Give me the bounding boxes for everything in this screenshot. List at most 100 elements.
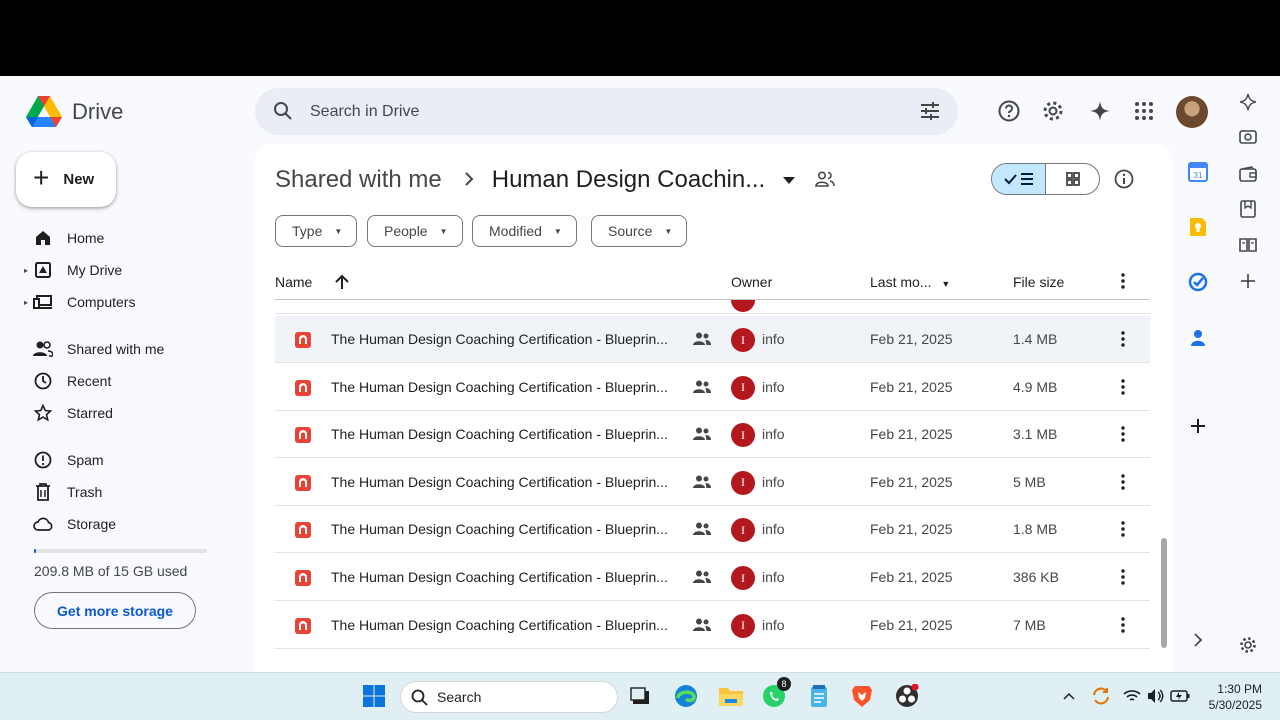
filter-modified-chip[interactable]: Modified ▼ bbox=[472, 215, 577, 247]
pdf-file-icon bbox=[294, 569, 312, 587]
bookmark-icon[interactable] bbox=[1236, 197, 1260, 221]
apps-grid-icon[interactable] bbox=[1131, 98, 1157, 124]
table-row-partial[interactable] bbox=[275, 300, 1150, 314]
filter-source-chip[interactable]: Source ▼ bbox=[591, 215, 688, 247]
contacts-icon[interactable] bbox=[1186, 326, 1210, 350]
table-row[interactable]: The Human Design Coaching Certification … bbox=[275, 506, 1150, 554]
gemini-sparkle-icon[interactable] bbox=[1087, 98, 1113, 124]
notepad-icon[interactable] bbox=[806, 683, 832, 709]
column-header-last-modified[interactable]: Last mo... ▼ bbox=[870, 274, 950, 290]
breadcrumb-parent[interactable]: Shared with me bbox=[275, 166, 442, 194]
more-vert-icon[interactable] bbox=[1115, 425, 1131, 446]
expand-caret-icon[interactable]: ▸ bbox=[24, 266, 28, 275]
add-icon[interactable] bbox=[1236, 269, 1260, 293]
info-icon[interactable] bbox=[1114, 169, 1134, 194]
volume-icon[interactable] bbox=[1143, 683, 1169, 709]
taskbar-clock[interactable]: 1:30 PM 5/30/2025 bbox=[1200, 681, 1262, 713]
calendar-icon[interactable]: 31 bbox=[1186, 160, 1210, 184]
more-vert-icon[interactable] bbox=[1115, 473, 1131, 494]
grid-view-button[interactable] bbox=[1046, 164, 1099, 194]
svg-text:31: 31 bbox=[1194, 171, 1203, 180]
more-vert-icon[interactable] bbox=[1115, 616, 1131, 637]
account-avatar[interactable] bbox=[1176, 96, 1208, 128]
reading-list-icon[interactable] bbox=[1236, 233, 1260, 257]
file-name[interactable]: The Human Design Coaching Certification … bbox=[331, 617, 668, 633]
brave-browser-icon[interactable] bbox=[849, 683, 875, 709]
file-name[interactable]: The Human Design Coaching Certification … bbox=[331, 379, 668, 395]
keep-icon[interactable] bbox=[1186, 215, 1210, 239]
sidebar-item-shared-with-me[interactable]: Shared with me bbox=[26, 335, 164, 363]
chevron-right-icon bbox=[464, 170, 474, 191]
file-name[interactable]: The Human Design Coaching Certification … bbox=[331, 426, 668, 442]
obs-studio-icon[interactable] bbox=[894, 683, 920, 709]
tasks-icon[interactable] bbox=[1186, 270, 1210, 294]
table-row[interactable]: The Human Design Coaching Certification … bbox=[275, 364, 1150, 411]
shared-folder-icon[interactable] bbox=[815, 166, 836, 194]
get-more-storage-button[interactable]: Get more storage bbox=[34, 592, 196, 629]
whatsapp-icon[interactable]: 8 bbox=[762, 677, 791, 709]
sparkle-star-icon[interactable] bbox=[1236, 90, 1260, 114]
help-icon[interactable] bbox=[996, 98, 1022, 124]
sidebar-item-label: Home bbox=[67, 230, 105, 246]
more-vert-icon[interactable] bbox=[1115, 568, 1131, 589]
sidebar-item-storage[interactable]: Storage bbox=[26, 510, 116, 538]
new-button[interactable]: + New bbox=[16, 152, 116, 207]
wallet-icon[interactable] bbox=[1236, 162, 1260, 186]
caret-down-icon[interactable] bbox=[783, 173, 796, 187]
column-header-name[interactable]: Name bbox=[275, 274, 312, 290]
column-header-owner[interactable]: Owner bbox=[731, 274, 772, 290]
add-addon-icon[interactable] bbox=[1186, 414, 1210, 438]
more-vert-icon[interactable] bbox=[1115, 378, 1131, 399]
table-row[interactable]: The Human Design Coaching Certification … bbox=[275, 316, 1150, 363]
column-header-file-size[interactable]: File size bbox=[1013, 274, 1064, 290]
table-row[interactable]: The Human Design Coaching Certification … bbox=[275, 411, 1150, 459]
settings-gear-icon[interactable] bbox=[1040, 98, 1066, 124]
file-name[interactable]: The Human Design Coaching Certification … bbox=[331, 521, 668, 537]
filter-label: Modified bbox=[489, 223, 542, 239]
sidebar-item-my-drive[interactable]: ▸ My Drive bbox=[24, 256, 122, 284]
taskbar-search[interactable]: Search bbox=[400, 681, 618, 713]
sidebar-item-starred[interactable]: Starred bbox=[26, 399, 113, 427]
search-bar[interactable] bbox=[255, 88, 958, 135]
last-modified: Feb 21, 2025 bbox=[870, 331, 953, 347]
drive-logo-icon bbox=[26, 96, 62, 127]
breadcrumb-current-folder[interactable]: Human Design Coachin... bbox=[492, 166, 765, 194]
sidebar-item-trash[interactable]: Trash bbox=[26, 478, 102, 506]
search-input[interactable] bbox=[310, 88, 870, 135]
sync-icon[interactable] bbox=[1088, 683, 1114, 709]
windows-start-icon[interactable] bbox=[361, 683, 387, 709]
wifi-icon[interactable] bbox=[1119, 683, 1145, 709]
expand-caret-icon[interactable]: ▸ bbox=[24, 298, 28, 307]
drive-logo[interactable]: Drive bbox=[26, 96, 123, 128]
table-row[interactable]: The Human Design Coaching Certification … bbox=[275, 602, 1150, 649]
browser-settings-gear-icon[interactable] bbox=[1236, 633, 1260, 657]
sidebar-item-home[interactable]: Home bbox=[26, 224, 104, 252]
chevron-right-icon[interactable] bbox=[1186, 628, 1210, 652]
file-size: 1.8 MB bbox=[1013, 521, 1058, 538]
filter-people-chip[interactable]: People ▼ bbox=[367, 215, 463, 247]
filter-label: People bbox=[384, 223, 428, 239]
table-row[interactable]: The Human Design Coaching Certification … bbox=[275, 554, 1150, 601]
edge-browser-icon[interactable] bbox=[673, 683, 699, 709]
more-vert-icon[interactable] bbox=[1115, 272, 1131, 293]
search-icon[interactable] bbox=[273, 101, 293, 126]
file-name[interactable]: The Human Design Coaching Certification … bbox=[331, 331, 668, 347]
filter-type-chip[interactable]: Type ▼ bbox=[275, 215, 358, 247]
search-options-icon[interactable] bbox=[920, 101, 940, 126]
sidebar-item-recent[interactable]: Recent bbox=[26, 367, 111, 395]
scrollbar-thumb[interactable] bbox=[1161, 538, 1167, 648]
sidebar-item-computers[interactable]: ▸ Computers bbox=[24, 288, 135, 316]
task-view-icon[interactable] bbox=[627, 683, 653, 709]
battery-icon[interactable] bbox=[1167, 683, 1193, 709]
file-name[interactable]: The Human Design Coaching Certification … bbox=[331, 474, 668, 490]
chevron-up-icon[interactable] bbox=[1056, 683, 1082, 709]
screenshot-icon[interactable] bbox=[1236, 125, 1260, 149]
list-view-button[interactable] bbox=[992, 164, 1046, 194]
sidebar-item-spam[interactable]: Spam bbox=[26, 446, 104, 474]
table-row[interactable]: The Human Design Coaching Certification … bbox=[275, 459, 1150, 506]
file-explorer-icon[interactable] bbox=[718, 683, 744, 709]
more-vert-icon[interactable] bbox=[1115, 520, 1131, 541]
more-vert-icon[interactable] bbox=[1115, 330, 1131, 351]
file-name[interactable]: The Human Design Coaching Certification … bbox=[331, 569, 668, 585]
sort-arrow-up-icon[interactable] bbox=[335, 274, 349, 293]
